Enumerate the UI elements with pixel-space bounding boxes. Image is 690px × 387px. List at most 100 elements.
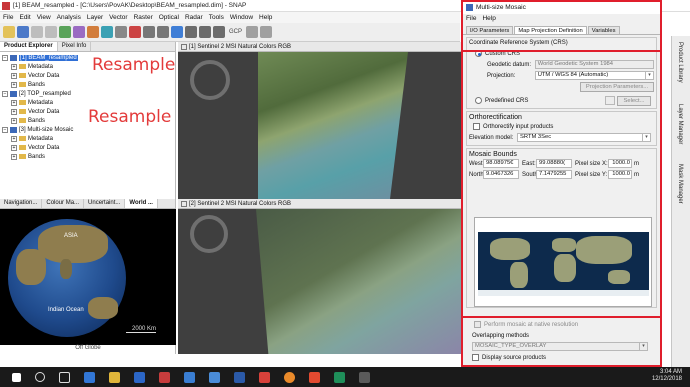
file-explorer-icon[interactable]: [109, 371, 120, 383]
task-view-icon[interactable]: [59, 371, 70, 383]
image-view-title: [1] Sentinel 2 MSI Natural Colors RGB: [189, 43, 292, 50]
world-view-panel: Navigation... Colour Ma... Uncertaint...…: [0, 199, 176, 354]
draw-rectangle-icon[interactable]: [185, 26, 197, 38]
image-view-tab[interactable]: [1] Sentinel 2 MSI Natural Colors RGB: [178, 42, 462, 52]
gcp-tool-label[interactable]: GCP: [227, 29, 244, 35]
menu-optical[interactable]: Optical: [156, 14, 182, 21]
expand-icon[interactable]: +: [11, 135, 17, 142]
menu-vector[interactable]: Vector: [106, 14, 130, 21]
expand-icon[interactable]: +: [11, 72, 17, 79]
menu-tools[interactable]: Tools: [206, 14, 227, 21]
system-tray-clock[interactable]: 3:04 AM 12/12/2018: [652, 369, 682, 383]
open-product-icon[interactable]: [3, 26, 15, 38]
tree-label: Vector Data: [28, 144, 60, 151]
menu-radar[interactable]: Radar: [182, 14, 206, 21]
histogram-icon[interactable]: [87, 26, 99, 38]
network-app-icon[interactable]: [84, 371, 95, 383]
side-panel-bar: Product Library Layer Manager Mask Manag…: [671, 36, 690, 367]
main-toolbar: GCP: [0, 23, 460, 42]
information-icon[interactable]: [115, 26, 127, 38]
menu-file[interactable]: File: [0, 14, 16, 21]
menu-window[interactable]: Window: [227, 14, 256, 21]
search-icon[interactable]: [35, 372, 45, 382]
tree-folder-metadata[interactable]: + Metadata: [2, 98, 175, 107]
expand-icon[interactable]: +: [11, 153, 17, 160]
folder-icon: [19, 82, 26, 87]
tree-label: Bands: [28, 153, 46, 160]
tab-product-explorer[interactable]: Product Explorer: [0, 42, 58, 51]
tree-label: Bands: [28, 81, 46, 88]
save-product-icon[interactable]: [17, 26, 29, 38]
tab-pixel-info[interactable]: Pixel Info: [58, 42, 92, 51]
excel-icon[interactable]: [334, 371, 345, 383]
expand-icon[interactable]: +: [11, 63, 17, 70]
photos-icon[interactable]: [309, 371, 320, 383]
navigation-tabs: Navigation... Colour Ma... Uncertaint...…: [0, 199, 175, 209]
expand-icon[interactable]: +: [11, 99, 17, 106]
snap-taskbar-icon[interactable]: [159, 371, 170, 383]
settings-icon[interactable]: [359, 371, 370, 383]
side-tab-mask-manager[interactable]: Mask Manager: [677, 164, 683, 204]
redo-icon[interactable]: [45, 26, 57, 38]
tab-colour-manipulation[interactable]: Colour Ma...: [42, 199, 85, 208]
chrome-icon[interactable]: [284, 371, 295, 383]
tree-label: Metadata: [28, 63, 54, 70]
tree-label: Metadata: [28, 99, 54, 106]
tray-time: 3:04 AM: [659, 369, 682, 375]
side-tab-layer-manager[interactable]: Layer Manager: [677, 104, 683, 144]
word-icon[interactable]: [234, 371, 245, 383]
draw-polygon-icon[interactable]: [199, 26, 211, 38]
folder-icon: [19, 145, 26, 150]
scatter-plot-icon[interactable]: [101, 26, 113, 38]
folder-icon: [19, 73, 26, 78]
side-tab-product-library[interactable]: Product Library: [677, 42, 683, 83]
expand-icon[interactable]: +: [11, 117, 17, 124]
menu-edit[interactable]: Edit: [16, 14, 33, 21]
folder-icon: [19, 100, 26, 105]
pan-control-icon[interactable]: [190, 60, 230, 100]
pan-tool-icon[interactable]: [157, 26, 169, 38]
start-icon[interactable]: [12, 372, 21, 382]
zoom-tool-icon[interactable]: [143, 26, 155, 38]
expand-icon[interactable]: +: [11, 108, 17, 115]
image-view-tab[interactable]: [2] Sentinel 2 MSI Natural Colors RGB: [178, 199, 462, 209]
tab-uncertainty[interactable]: Uncertaint...: [84, 199, 126, 208]
earth-globe[interactable]: ASIA Indian Ocean: [8, 219, 126, 337]
tree-folder-vector-data[interactable]: + Vector Data: [2, 143, 175, 152]
image-view-2[interactable]: [2] Sentinel 2 MSI Natural Colors RGB: [178, 199, 462, 354]
spectrum-icon[interactable]: [73, 26, 85, 38]
tab-navigation[interactable]: Navigation...: [0, 199, 43, 208]
undo-icon[interactable]: [31, 26, 43, 38]
mail-icon[interactable]: [209, 371, 220, 383]
select-tool-icon[interactable]: [171, 26, 183, 38]
image-view-1[interactable]: [1] Sentinel 2 MSI Natural Colors RGB: [178, 42, 462, 199]
tray-date: 12/12/2018: [651, 376, 682, 382]
tree-product-top[interactable]: − [2] TOP_resampled: [2, 89, 175, 98]
menu-view[interactable]: View: [34, 14, 54, 21]
image-view-icon: [181, 43, 187, 50]
menu-layer[interactable]: Layer: [84, 14, 106, 21]
store-icon[interactable]: [184, 371, 195, 383]
pin-tool-icon[interactable]: [213, 26, 225, 38]
collapse-icon[interactable]: −: [2, 54, 8, 61]
band-maths-icon[interactable]: [59, 26, 71, 38]
app-icon[interactable]: [259, 371, 270, 383]
globe-view[interactable]: ASIA Indian Ocean 2000 Km: [0, 209, 176, 345]
magic-wand-icon[interactable]: [260, 26, 273, 38]
edge-icon[interactable]: [134, 371, 145, 383]
pan-control-icon[interactable]: [190, 215, 228, 253]
menu-analysis[interactable]: Analysis: [54, 14, 84, 21]
expand-icon[interactable]: +: [11, 144, 17, 151]
menu-raster[interactable]: Raster: [131, 14, 156, 21]
collapse-icon[interactable]: −: [2, 126, 8, 133]
tree-folder-metadata[interactable]: + Metadata: [2, 134, 175, 143]
menu-help[interactable]: Help: [256, 14, 275, 21]
tree-folder-bands[interactable]: + Bands: [2, 80, 175, 89]
tab-world-view[interactable]: World ...: [125, 199, 158, 208]
folder-icon: [19, 136, 26, 141]
tree-folder-bands[interactable]: + Bands: [2, 152, 175, 161]
expand-icon[interactable]: +: [11, 81, 17, 88]
collapse-icon[interactable]: −: [2, 90, 8, 97]
range-finder-icon[interactable]: [246, 26, 259, 38]
statistics-icon[interactable]: [129, 26, 141, 38]
